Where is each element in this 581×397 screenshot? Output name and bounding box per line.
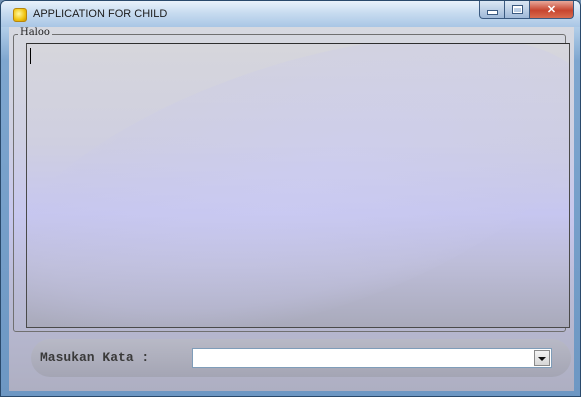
minimize-icon [486,10,498,15]
word-combobox[interactable] [192,348,552,368]
app-window: APPLICATION FOR CHILD ✕ Haloo Masukan Ka… [0,0,581,397]
minimize-button[interactable] [479,1,505,19]
app-icon[interactable] [13,8,27,22]
masukan-kata-label: Masukan Kata : [40,350,150,365]
title-bar[interactable]: APPLICATION FOR CHILD ✕ [1,1,580,27]
combobox-dropdown-button[interactable] [534,350,550,366]
close-icon: ✕ [546,4,557,16]
client-area: Haloo Masukan Kata : [9,27,574,391]
window-title: APPLICATION FOR CHILD [33,8,168,20]
panel-gloss [27,44,569,327]
text-caret [30,48,31,64]
input-bar: Masukan Kata : [31,339,571,377]
groupbox-legend: Haloo [18,27,52,38]
maximize-icon [511,5,523,14]
close-button[interactable]: ✕ [530,1,574,19]
caption-buttons: ✕ [479,1,574,20]
chevron-down-icon [538,356,546,361]
display-panel[interactable] [26,43,570,328]
maximize-button[interactable] [505,1,530,19]
